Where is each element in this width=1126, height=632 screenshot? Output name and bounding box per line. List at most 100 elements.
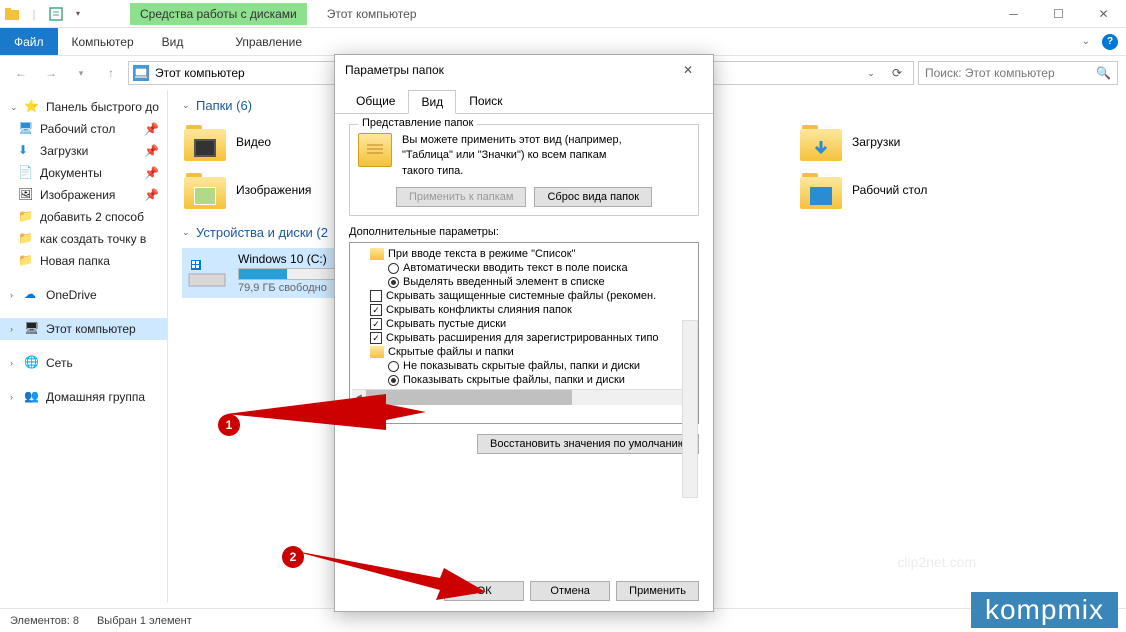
sidebar-homegroup[interactable]: ›👥Домашняя группа bbox=[0, 386, 167, 408]
dialog-tab-view[interactable]: Вид bbox=[408, 90, 456, 114]
folder-desktop[interactable]: Рабочий стол bbox=[798, 169, 1018, 211]
folder-icon bbox=[184, 171, 226, 209]
address-dropdown-icon[interactable]: ⌄ bbox=[859, 62, 883, 84]
tree-radio[interactable]: Выделять введенный элемент в списке bbox=[352, 275, 696, 289]
thispc-icon bbox=[133, 65, 149, 81]
nav-recent-button[interactable]: ▾ bbox=[68, 60, 94, 86]
nav-up-button[interactable]: ↑ bbox=[98, 60, 124, 86]
window-controls: ─ ☐ ✕ bbox=[991, 0, 1126, 28]
homegroup-icon: 👥 bbox=[24, 389, 40, 405]
properties-icon[interactable] bbox=[48, 6, 64, 22]
reset-folders-button[interactable]: Сброс вида папок bbox=[534, 187, 652, 207]
sidebar-folder-3[interactable]: 📁Новая папка bbox=[0, 250, 167, 272]
explorer-icon bbox=[4, 6, 20, 22]
sidebar-documents[interactable]: 📄Документы📌 bbox=[0, 162, 167, 184]
watermark-faint: clip2net.com bbox=[897, 554, 976, 570]
annotation-badge-2: 2 bbox=[282, 546, 304, 568]
folder-icon: 📁 bbox=[18, 209, 34, 225]
radio-icon bbox=[388, 361, 399, 372]
document-icon: 📄 bbox=[18, 165, 34, 181]
tree-checkbox[interactable]: ✓Скрывать конфликты слияния папок bbox=[352, 303, 696, 317]
ribbon-tab-computer[interactable]: Компьютер bbox=[58, 28, 148, 55]
dialog-tab-general[interactable]: Общие bbox=[343, 89, 408, 113]
qat-divider: | bbox=[26, 6, 42, 22]
ribbon-expand-icon[interactable]: ⌄ bbox=[1082, 36, 1090, 47]
sidebar-this-pc[interactable]: ›🖥Этот компьютер bbox=[0, 318, 167, 340]
radio-icon bbox=[388, 277, 399, 288]
annotation-arrow-2: 2 bbox=[290, 542, 500, 615]
radio-icon bbox=[388, 263, 399, 274]
radio-icon bbox=[388, 375, 399, 386]
close-button[interactable]: ✕ bbox=[1081, 0, 1126, 28]
ribbon-tab-file[interactable]: Файл bbox=[0, 28, 58, 55]
apply-to-folders-button[interactable]: Применить к папкам bbox=[396, 187, 527, 207]
computer-icon: 🖥 bbox=[24, 321, 40, 337]
tree-radio[interactable]: Не показывать скрытые файлы, папки и дис… bbox=[352, 359, 696, 373]
folder-icon bbox=[370, 346, 384, 358]
quick-access-toolbar: | ▾ bbox=[0, 6, 90, 22]
dialog-tabs: Общие Вид Поиск bbox=[335, 85, 713, 114]
cloud-icon: ☁ bbox=[24, 287, 40, 303]
sidebar: ⌄⭐Панель быстрого до 🖥Рабочий стол📌 ⬇Заг… bbox=[0, 90, 168, 602]
folder-icon bbox=[358, 133, 392, 167]
pin-icon: 📌 bbox=[144, 144, 159, 158]
folder-icon bbox=[800, 171, 842, 209]
checkbox-icon: ✓ bbox=[370, 318, 382, 330]
network-icon: 🌐 bbox=[24, 355, 40, 371]
qat-dropdown-icon[interactable]: ▾ bbox=[70, 6, 86, 22]
dialog-title: Параметры папок bbox=[345, 63, 444, 77]
ribbon-tab-manage[interactable]: Управление bbox=[221, 28, 316, 55]
picture-icon: 🖼 bbox=[18, 187, 34, 203]
groupbox-description: Вы можете применить этот вид (например, … bbox=[402, 133, 622, 179]
folder-icon: 📁 bbox=[18, 253, 34, 269]
pin-icon: 📌 bbox=[144, 122, 159, 136]
nav-back-button[interactable]: ← bbox=[8, 60, 34, 86]
sidebar-downloads[interactable]: ⬇Загрузки📌 bbox=[0, 140, 167, 162]
sidebar-folder-1[interactable]: 📁добавить 2 способ bbox=[0, 206, 167, 228]
checkbox-icon: ✓ bbox=[370, 304, 382, 316]
help-icon[interactable]: ? bbox=[1102, 34, 1118, 50]
dialog-close-button[interactable]: ✕ bbox=[673, 63, 703, 77]
tree-checkbox[interactable]: ✓Скрывать пустые диски bbox=[352, 317, 696, 331]
sidebar-quick-access[interactable]: ⌄⭐Панель быстрого до bbox=[0, 96, 167, 118]
annotation-badge-1: 1 bbox=[218, 414, 240, 436]
desktop-icon: 🖥 bbox=[18, 121, 34, 137]
nav-forward-button[interactable]: → bbox=[38, 60, 64, 86]
sidebar-pictures[interactable]: 🖼Изображения📌 bbox=[0, 184, 167, 206]
sidebar-desktop[interactable]: 🖥Рабочий стол📌 bbox=[0, 118, 167, 140]
minimize-button[interactable]: ─ bbox=[991, 0, 1036, 28]
sidebar-network[interactable]: ›🌐Сеть bbox=[0, 352, 167, 374]
star-icon: ⭐ bbox=[24, 99, 40, 115]
refresh-icon[interactable]: ⟳ bbox=[885, 62, 909, 84]
search-input[interactable]: Поиск: Этот компьютер 🔍 bbox=[918, 61, 1118, 85]
titlebar: | ▾ Средства работы с дисками Этот компь… bbox=[0, 0, 1126, 28]
tree-checkbox[interactable]: Скрывать защищенные системные файлы (рек… bbox=[352, 289, 696, 303]
tree-radio-show-hidden[interactable]: Показывать скрытые файлы, папки и диски bbox=[352, 373, 696, 387]
folder-downloads[interactable]: Загрузки bbox=[798, 121, 1018, 163]
maximize-button[interactable]: ☐ bbox=[1036, 0, 1081, 28]
restore-defaults-button[interactable]: Восстановить значения по умолчанию bbox=[477, 434, 699, 454]
folder-icon: 📁 bbox=[18, 231, 34, 247]
pin-icon: 📌 bbox=[144, 166, 159, 180]
dialog-tab-search[interactable]: Поиск bbox=[456, 89, 515, 113]
tree-node[interactable]: При вводе текста в режиме "Список" bbox=[352, 247, 696, 261]
window-title: Этот компьютер bbox=[327, 7, 417, 21]
watermark: kompmix bbox=[971, 592, 1118, 628]
folder-icon bbox=[800, 123, 842, 161]
annotation-arrow-1: 1 bbox=[226, 392, 436, 455]
status-elements: Элементов: 8 bbox=[10, 615, 79, 627]
tree-node[interactable]: Скрытые файлы и папки bbox=[352, 345, 696, 359]
apply-button[interactable]: Применить bbox=[616, 581, 699, 601]
tree-checkbox[interactable]: ✓Скрывать расширения для зарегистрирован… bbox=[352, 331, 696, 345]
download-icon: ⬇ bbox=[18, 143, 34, 159]
address-path: Этот компьютер bbox=[155, 66, 245, 80]
tree-radio[interactable]: Автоматически вводить текст в поле поиск… bbox=[352, 261, 696, 275]
status-selected: Выбран 1 элемент bbox=[97, 615, 192, 627]
sidebar-folder-2[interactable]: 📁как создать точку в bbox=[0, 228, 167, 250]
checkbox-icon: ✓ bbox=[370, 332, 382, 344]
scrollbar-vertical[interactable] bbox=[682, 320, 698, 498]
ribbon-tab-view[interactable]: Вид bbox=[148, 28, 198, 55]
cancel-button[interactable]: Отмена bbox=[530, 581, 610, 601]
sidebar-onedrive[interactable]: ›☁OneDrive bbox=[0, 284, 167, 306]
folder-icon bbox=[184, 123, 226, 161]
